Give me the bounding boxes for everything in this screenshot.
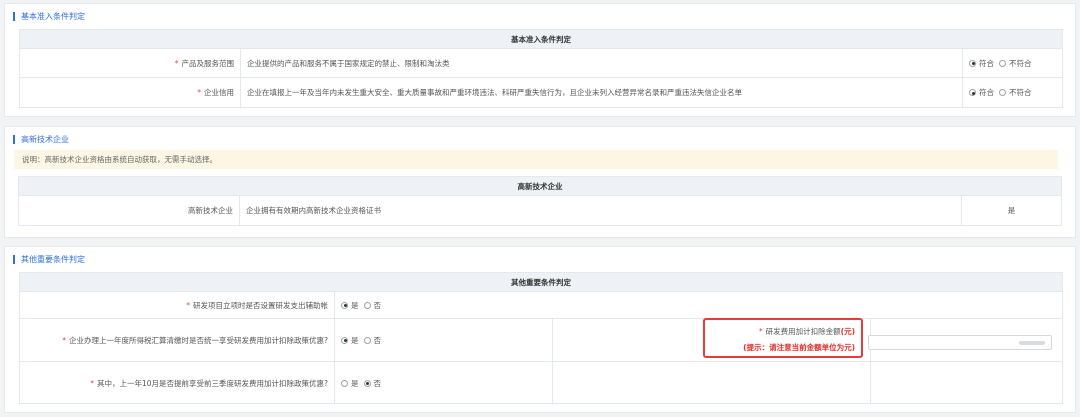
radio-option-no[interactable]: 否 bbox=[363, 335, 381, 346]
row-value: 是 bbox=[961, 196, 1061, 225]
radio-icon[interactable] bbox=[999, 89, 1006, 96]
radio-icon[interactable] bbox=[341, 379, 348, 387]
deduction-highlight: * 研发费用加计扣除金额(元) (提示：请注意当前金额单位为元) bbox=[703, 318, 863, 358]
row-label: * 企业办理上一年度所得税汇算清缴时是否统一享受研发费用加计扣除政策优惠? bbox=[62, 335, 328, 345]
radio-option-nonconform[interactable]: 不符合 bbox=[999, 87, 1032, 98]
masked-value bbox=[1019, 341, 1045, 345]
radio-option-yes[interactable]: 是 bbox=[341, 335, 359, 346]
radio-group: 符合 不符合 bbox=[962, 49, 1062, 77]
section-basic-entry: 基本准入条件判定 基本准入条件判定 * 产品及服务范围 企业提供的产品和服务不属于… bbox=[4, 3, 1076, 117]
row-label: * 产品及服务范围 bbox=[174, 58, 234, 68]
radio-icon[interactable] bbox=[341, 336, 348, 344]
row-label: * 研发项目立项时是否设置研发支出辅助帐 bbox=[186, 300, 328, 310]
radio-icon[interactable] bbox=[363, 336, 371, 344]
radio-option-yes[interactable]: 是 bbox=[341, 378, 359, 389]
deduction-amount-input[interactable] bbox=[868, 335, 1052, 350]
table-header: 其他重要条件判定 bbox=[20, 273, 1062, 292]
row-label: * 其中，上一年10月是否提前享受前三季度研发费用加计扣除政策优惠? bbox=[90, 378, 328, 388]
radio-group: 是 否 bbox=[334, 362, 552, 404]
empty-cell bbox=[870, 362, 1062, 404]
radio-option-no[interactable]: 否 bbox=[363, 300, 381, 311]
radio-icon[interactable] bbox=[969, 89, 976, 96]
table-row: * 研发项目立项时是否设置研发支出辅助帐 是 否 bbox=[20, 292, 1062, 319]
radio-option-nonconform[interactable]: 不符合 bbox=[999, 58, 1032, 69]
basic-entry-table: 基本准入条件判定 * 产品及服务范围 企业提供的产品和服务不属于国家规定的禁止、限… bbox=[19, 29, 1063, 108]
table-row: * 其中，上一年10月是否提前享受前三季度研发费用加计扣除政策优惠? 是 否 bbox=[20, 362, 1062, 404]
table-row: * 产品及服务范围 企业提供的产品和服务不属于国家规定的禁止、限制和淘汰类 符合 … bbox=[20, 49, 1062, 78]
radio-group: 符合 不符合 bbox=[962, 78, 1062, 107]
table-row: * 企业信用 企业在填报上一年及当年内未发生重大安全、重大质量事故和严重环境违法、… bbox=[20, 78, 1062, 107]
row-description: 企业拥有有效期内高新技术企业资格证书 bbox=[239, 196, 961, 225]
row-label: 高新技术企业 bbox=[188, 206, 233, 215]
radio-icon[interactable] bbox=[363, 301, 371, 309]
row-description: 企业在填报上一年及当年内未发生重大安全、重大质量事故和严重环境违法、科研严重失信… bbox=[240, 78, 962, 107]
row-label: * 企业信用 bbox=[197, 88, 234, 97]
radio-option-no[interactable]: 否 bbox=[363, 378, 381, 389]
radio-icon[interactable] bbox=[341, 301, 348, 309]
radio-option-conform[interactable]: 符合 bbox=[969, 87, 994, 98]
deduction-label: * 研发费用加计扣除金额(元) bbox=[758, 327, 855, 336]
high-tech-table: 高新技术企业 高新技术企业 企业拥有有效期内高新技术企业资格证书 是 bbox=[18, 176, 1062, 226]
radio-option-conform[interactable]: 符合 bbox=[969, 58, 994, 69]
radio-group: 是 否 bbox=[334, 319, 552, 361]
section-title: 高新技术企业 bbox=[13, 135, 69, 144]
notice-banner: 说明：高新技术企业资格由系统自动获取，无需手动选择。 bbox=[14, 150, 1058, 169]
row-description: 企业提供的产品和服务不属于国家规定的禁止、限制和淘汰类 bbox=[240, 49, 962, 77]
radio-icon[interactable] bbox=[969, 59, 976, 67]
radio-group: 是 否 bbox=[334, 292, 1062, 318]
section-title: 基本准入条件判定 bbox=[13, 12, 85, 21]
table-row: 高新技术企业 企业拥有有效期内高新技术企业资格证书 是 bbox=[19, 196, 1061, 225]
radio-option-yes[interactable]: 是 bbox=[341, 300, 359, 311]
radio-icon[interactable] bbox=[363, 379, 371, 387]
section-title: 其他重要条件判定 bbox=[13, 255, 85, 264]
radio-icon[interactable] bbox=[999, 59, 1006, 67]
deduction-hint: (提示：请注意当前金额单位为元) bbox=[743, 343, 855, 352]
section-other-conditions: 其他重要条件判定 其他重要条件判定 * 研发项目立项时是否设置研发支出辅助帐 是 … bbox=[4, 246, 1076, 413]
empty-cell bbox=[552, 362, 870, 404]
table-header: 高新技术企业 bbox=[19, 177, 1061, 196]
table-header: 基本准入条件判定 bbox=[20, 30, 1062, 49]
